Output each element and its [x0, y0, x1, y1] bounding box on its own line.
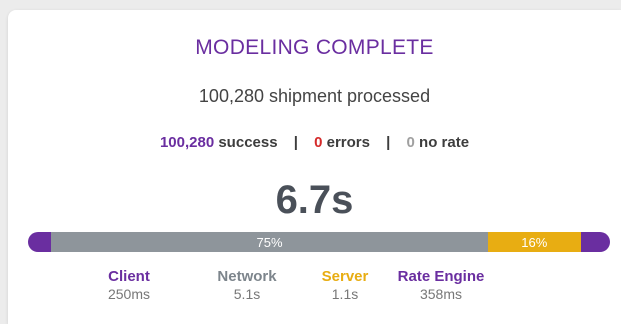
legend-item-rate-engine: Rate Engine 358ms: [386, 268, 496, 303]
total-time: 6.7s: [275, 178, 354, 222]
legend-value: 5.1s: [233, 286, 261, 302]
legend-value: 358ms: [419, 286, 463, 302]
timing-legend: Client 250ms Network 5.1s Server 1.1s Ra…: [8, 268, 621, 308]
legend-item-network: Network 5.1s: [192, 268, 302, 303]
legend-name: Server: [321, 268, 369, 285]
legend-name: Rate Engine: [397, 268, 485, 285]
legend-item-client: Client 250ms: [74, 268, 184, 303]
shipment-count-subtitle: 100,280 shipment processed: [198, 86, 431, 106]
legend-value: 1.1s: [331, 286, 359, 302]
timing-bar: 75% 16%: [28, 232, 610, 252]
no-rate-label: no rate: [419, 134, 470, 151]
page-title: MODELING COMPLETE: [195, 36, 434, 59]
separator: |: [386, 134, 391, 151]
legend-name: Client: [108, 268, 150, 285]
errors-label: errors: [326, 134, 370, 151]
legend-item-server: Server 1.1s: [290, 268, 400, 303]
legend-value: 250ms: [107, 286, 151, 302]
result-counts: 100,280 success | 0 errors | 0 no rate: [8, 134, 621, 151]
timing-segment-network: 75%: [51, 232, 488, 252]
success-label: success: [218, 134, 278, 151]
legend-name: Network: [217, 268, 277, 285]
separator: |: [293, 134, 298, 151]
success-count: 100,280: [159, 134, 215, 151]
no-rate-count: 0: [406, 134, 415, 151]
timing-segment-rate-engine: [580, 232, 610, 252]
timing-segment-server: 16%: [487, 232, 581, 252]
timing-segment-client: [28, 232, 52, 252]
modeling-summary-card: MODELING COMPLETE 100,280 shipment proce…: [8, 10, 621, 324]
errors-count: 0: [314, 134, 323, 151]
